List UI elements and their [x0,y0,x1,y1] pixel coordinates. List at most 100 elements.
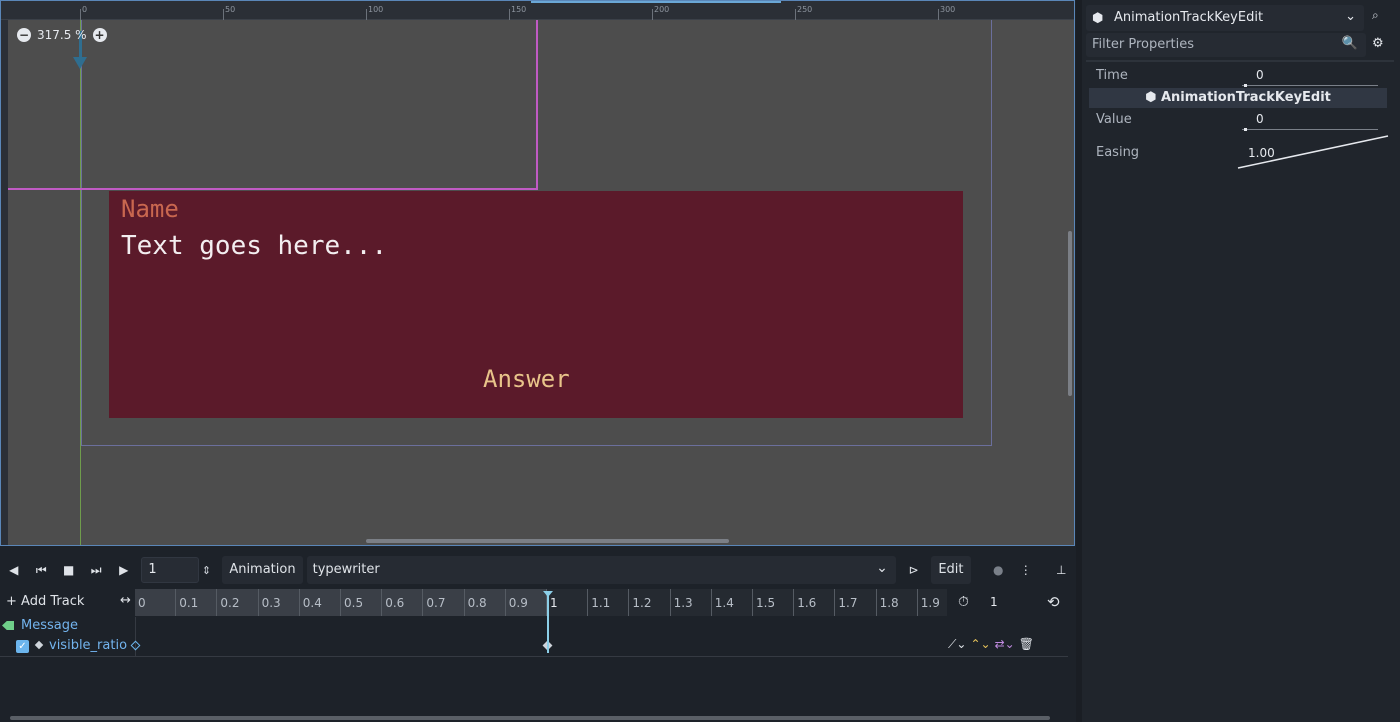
viewport-horizontal-scrollbar[interactable] [366,539,729,543]
timeline-tick-label: 1.8 [879,596,899,610]
timeline-tick-label: 1.9 [920,596,940,610]
top-ruler[interactable]: 0 50 100 150 200 250 300 [1,1,1074,20]
play-backwards-icon[interactable]: ◀ [0,556,27,584]
play-from-start-icon[interactable]: ⏭ [82,556,109,584]
timeline-tick [793,589,795,616]
track-enable-checkbox[interactable]: ✓ [16,640,29,653]
filter-options-icon[interactable]: ⚙ [1372,36,1384,51]
inspector-panel: ⬢ AnimationTrackKeyEdit ⌄ ⌕ Filter Prope… [1082,0,1400,722]
zoom-controls: − 317.5 % + [17,28,107,42]
timeline-tick-label: 0.6 [385,596,405,610]
animation-menu-button[interactable]: Animation [222,556,303,584]
ruler-tick [938,9,939,20]
timeline-tick [463,589,465,616]
section-header[interactable]: ⬢ AnimationTrackKeyEdit [1089,88,1387,108]
inspected-object-selector[interactable]: ⬢ AnimationTrackKeyEdit ⌄ [1086,5,1364,31]
timeline-tick [875,589,877,616]
ruler-label: 250 [797,5,813,14]
playhead[interactable] [547,595,549,653]
dialog-text-label: Text goes here... [121,231,388,261]
timeline-tick [916,589,918,616]
time-value: 0 [1256,68,1264,82]
time-field[interactable]: 0 [1242,68,1378,87]
ruler-tick [652,9,653,20]
timeline-horizontal-scrollbar[interactable] [10,716,1050,720]
update-mode-icon[interactable]: ⟋⌄ [948,637,966,652]
timeline-tick-label: 0.7 [426,596,446,610]
filter-placeholder: Filter Properties [1092,37,1195,52]
snap-timer-icon[interactable]: ⏱ [958,594,969,610]
chevron-down-icon: ⌄ [876,560,888,576]
zoom-in-icon[interactable]: + [92,28,107,42]
pin-icon[interactable]: ⊥ [1047,556,1074,584]
timeline-tick [834,589,836,616]
add-track-label: Add Track [21,594,85,609]
divider [1086,60,1394,62]
loop-icon[interactable]: ⟲ [1047,593,1060,611]
fit-width-icon[interactable]: ↔ [120,593,131,608]
play-icon[interactable]: ▶ [110,556,137,584]
ruler-label: 300 [940,5,956,14]
onion-skin-icon[interactable]: ● [985,556,1012,584]
dialog-name-label: Name [121,195,179,223]
frame-input[interactable]: 1 [141,557,199,583]
viewport-vertical-scrollbar[interactable] [1068,231,1072,396]
canvas-viewport[interactable]: 0 50 100 150 200 250 300 − 317.5 % + Nam… [0,0,1075,546]
timeline-tick [298,589,300,616]
timeline-tick-label: 0.8 [467,596,487,610]
animation-select[interactable]: typewriter ⌄ [306,556,896,584]
left-ruler[interactable] [1,20,8,545]
selection-guide-vertical [536,20,538,190]
spinner-icon[interactable]: ⇕ [199,564,215,577]
guide-arrow-icon[interactable] [73,57,87,69]
track-group-message[interactable]: Message [0,617,1075,637]
timeline-tick [175,589,177,616]
timeline-tick [752,589,753,616]
value-value: 0 [1256,112,1264,126]
delete-track-icon[interactable]: 🗑 [1019,637,1034,652]
zoom-level[interactable]: 317.5 % [37,28,87,42]
animation-select-value: typewriter [312,562,380,577]
time-label: Time [1096,68,1128,83]
node-icon [2,621,14,630]
dialog-box[interactable]: Name Text goes here... Answer [109,191,963,418]
ruler-tick [366,9,367,20]
value-field[interactable]: 0 [1242,112,1378,131]
edit-button[interactable]: Edit [931,556,971,584]
timeline-tick [257,589,259,616]
stop-icon[interactable]: ■ [55,556,82,584]
timeline-tick [504,589,506,616]
timeline-tick-label: 0.2 [220,596,240,610]
ruler-tick [80,9,81,20]
origin-guide [80,20,81,545]
timeline-tick [587,589,589,616]
timeline-tick-label: 0.1 [179,596,199,610]
add-track-button[interactable]: + Add Track [6,594,84,609]
ruler-tick [795,9,796,20]
keyframe[interactable] [130,640,141,651]
doc-icon[interactable]: ⌕ [1372,8,1379,23]
timeline-tick-label: 0.4 [302,596,322,610]
timeline-tick-label: 1.1 [591,596,611,610]
zoom-out-icon[interactable]: − [17,28,31,42]
search-icon: 🔍 [1341,36,1358,51]
autoplay-icon[interactable]: ⊳ [900,556,927,584]
ruler-label: 50 [225,5,236,14]
loop-wrap-icon[interactable]: ⇄⌄ [995,637,1015,652]
ruler-label: 100 [368,5,384,14]
interpolation-icon[interactable]: ⌃⌄ [970,637,990,652]
play-backwards-from-end-icon[interactable]: ⏮ [27,556,54,584]
chevron-down-icon: ⌄ [1345,9,1356,24]
filter-properties-input[interactable]: Filter Properties 🔍 [1086,33,1366,57]
inspected-object-name: AnimationTrackKeyEdit [1114,10,1264,25]
snap-value[interactable]: 1 [990,595,998,609]
timeline-tick-label: 1 [550,596,558,610]
more-options-icon[interactable]: ⋮ [1012,556,1039,584]
timeline-tick-label: 1.3 [673,596,693,610]
timeline-tick [422,589,424,616]
track-row[interactable]: ✓ visible_ratio ⟋⌄ ⌃⌄ ⇄⌄ 🗑 [0,637,1068,657]
track-tools: ⟋⌄ ⌃⌄ ⇄⌄ 🗑 [948,637,1034,652]
timeline-tick-label: 1.7 [838,596,858,610]
property-track-icon [34,640,44,650]
cube-icon: ⬢ [1145,90,1161,105]
